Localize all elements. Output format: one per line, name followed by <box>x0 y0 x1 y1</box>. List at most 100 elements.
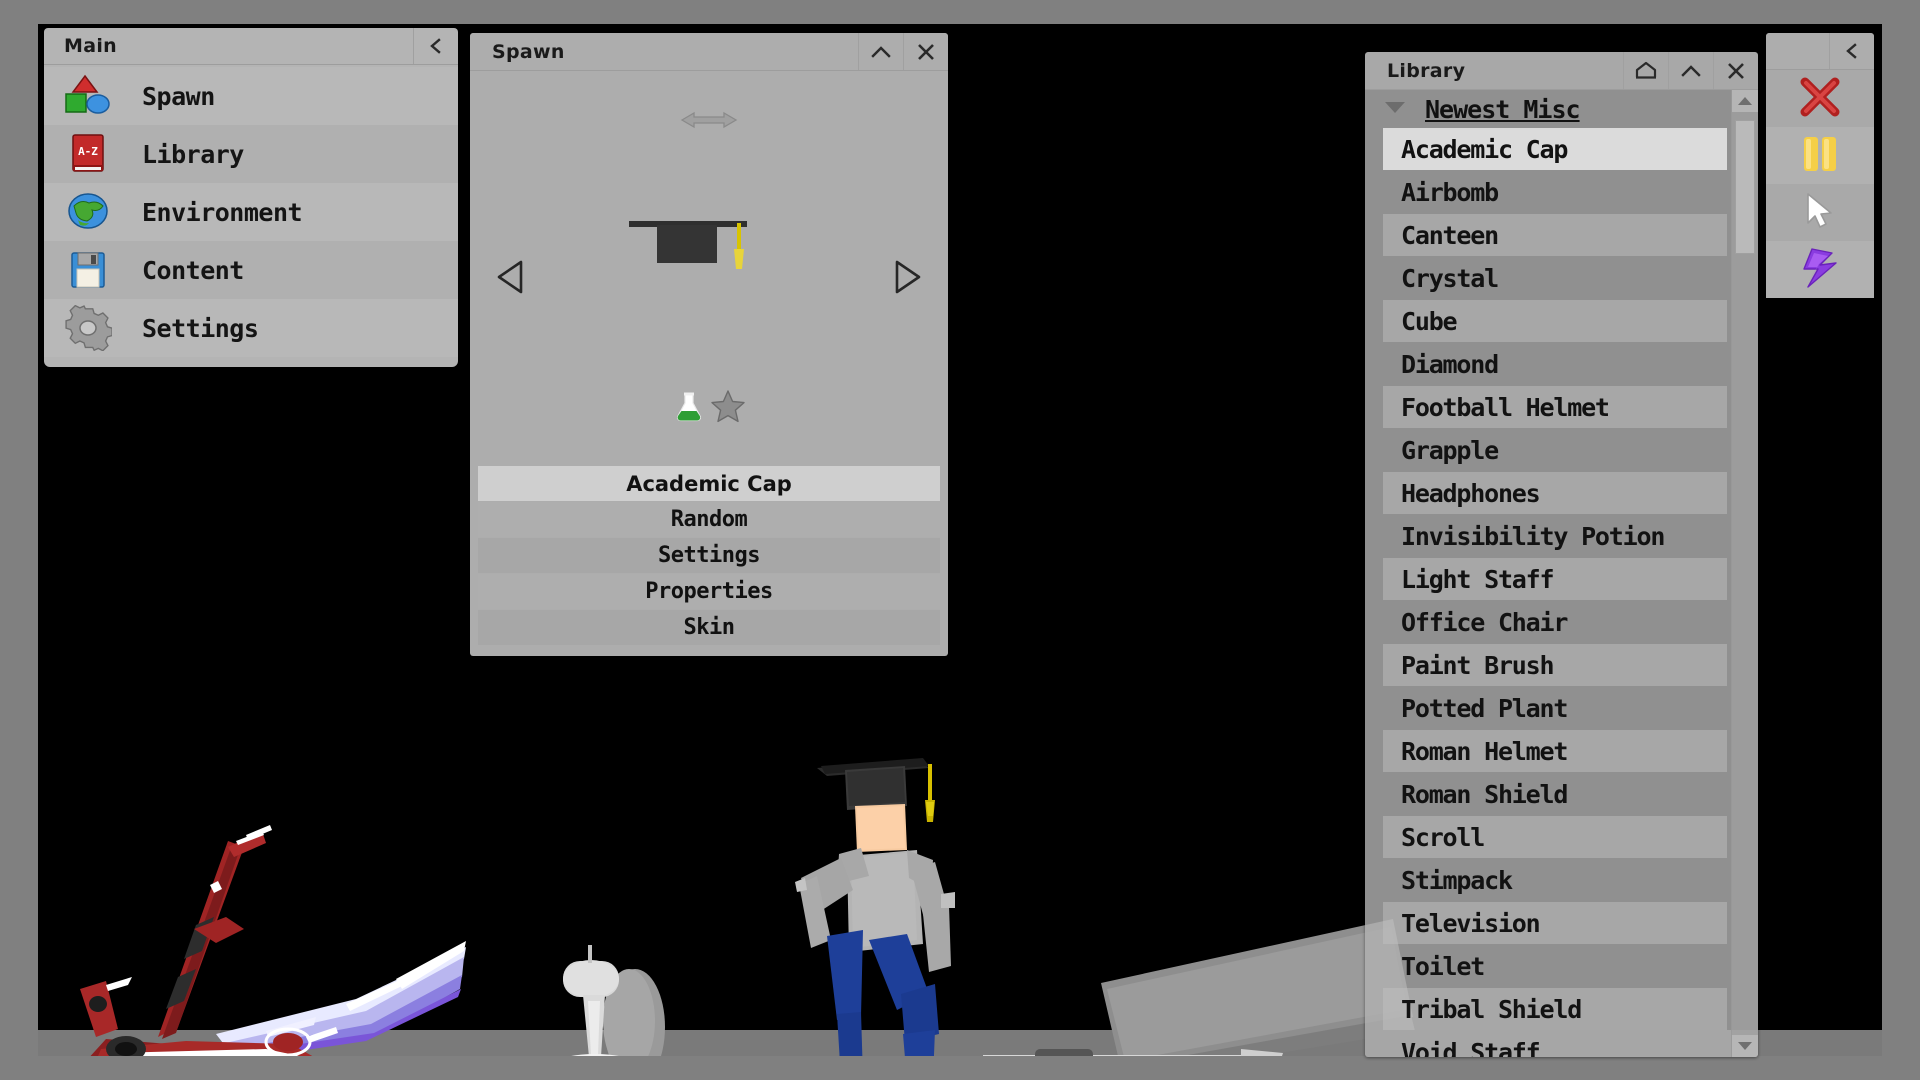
library-item-football-helmet[interactable]: Football Helmet <box>1383 386 1727 428</box>
library-panel-title: Library <box>1387 59 1466 82</box>
triangle-down-icon <box>1383 99 1407 119</box>
library-item-potted-plant[interactable]: Potted Plant <box>1383 687 1727 729</box>
spawn-properties-button[interactable]: Properties <box>478 574 940 609</box>
red-x-icon <box>1798 76 1842 122</box>
main-item-label: Content <box>142 255 244 285</box>
spawn-skin-button[interactable]: Skin <box>478 610 940 645</box>
library-item-scroll[interactable]: Scroll <box>1383 816 1727 858</box>
application-root: Main Spawn A-Z Library Environment Conte… <box>0 0 1920 1080</box>
spawn-badge-row <box>470 389 948 427</box>
cursor-arrow-icon <box>1802 191 1838 235</box>
spawn-preview-area <box>470 71 948 466</box>
library-item-television[interactable]: Television <box>1383 902 1727 944</box>
spawn-panel-close-button[interactable] <box>903 33 948 70</box>
main-panel-title-bar[interactable]: Main <box>44 28 458 65</box>
tool-power-button[interactable] <box>1766 241 1874 298</box>
library-item-invisibility-potion[interactable]: Invisibility Potion <box>1383 515 1727 557</box>
library-item-canteen[interactable]: Canteen <box>1383 214 1727 256</box>
star-icon <box>710 389 746 427</box>
book-a-z-icon: A-Z <box>60 130 116 178</box>
library-group-newest-misc[interactable]: Newest Misc <box>1365 90 1731 128</box>
library-collapse-button[interactable] <box>1668 52 1713 89</box>
scrollbar-track[interactable] <box>1732 112 1758 1035</box>
home-icon <box>1634 61 1658 81</box>
main-item-label: Spawn <box>142 81 215 111</box>
library-item-crystal[interactable]: Crystal <box>1383 257 1727 299</box>
flask-icon <box>672 389 706 427</box>
library-body: Newest Misc Academic Cap Airbomb Canteen… <box>1365 90 1758 1057</box>
tool-delete-button[interactable] <box>1766 70 1874 127</box>
chevron-left-icon <box>1843 42 1861 60</box>
spawn-preview-model[interactable] <box>470 201 948 291</box>
library-panel: Library Newest Misc Academic Cap Airbomb… <box>1365 52 1758 1057</box>
library-item-stimpack[interactable]: Stimpack <box>1383 859 1727 901</box>
library-close-button[interactable] <box>1713 52 1758 89</box>
library-panel-title-bar[interactable]: Library <box>1365 52 1758 90</box>
library-item-list[interactable]: Newest Misc Academic Cap Airbomb Canteen… <box>1365 90 1731 1057</box>
library-item-roman-shield[interactable]: Roman Shield <box>1383 773 1727 815</box>
floppy-disk-icon <box>60 246 116 294</box>
scene-object-fan[interactable] <box>543 909 723 1056</box>
main-menu-panel: Main Spawn A-Z Library Environment Conte… <box>44 28 458 367</box>
library-item-void-staff[interactable]: Void Staff <box>1383 1031 1727 1058</box>
main-item-label: Library <box>142 139 244 169</box>
spawn-panel-title-bar[interactable]: Spawn <box>470 33 948 71</box>
scroll-down-arrow-icon <box>1737 1037 1753 1056</box>
library-home-button[interactable] <box>1623 52 1668 89</box>
tool-select-button[interactable] <box>1766 184 1874 241</box>
main-item-label: Settings <box>142 313 259 343</box>
main-menu-list: Spawn A-Z Library Environment Content Se… <box>44 65 458 367</box>
tool-panel-title-bar[interactable] <box>1766 33 1874 70</box>
library-item-roman-helmet[interactable]: Roman Helmet <box>1383 730 1727 772</box>
main-panel-title: Main <box>64 35 117 57</box>
main-item-environment[interactable]: Environment <box>44 183 458 241</box>
spawn-panel-resize-handle[interactable] <box>470 109 948 135</box>
library-item-grapple[interactable]: Grapple <box>1383 429 1727 471</box>
scene-object-scooter[interactable] <box>66 799 466 1056</box>
scene-object-character[interactable] <box>783 744 983 1056</box>
scroll-down-button[interactable] <box>1732 1035 1758 1057</box>
library-item-tribal-shield[interactable]: Tribal Shield <box>1383 988 1727 1030</box>
gear-icon <box>60 304 116 352</box>
chevron-up-icon <box>870 43 892 61</box>
library-item-light-staff[interactable]: Light Staff <box>1383 558 1727 600</box>
library-item-office-chair[interactable]: Office Chair <box>1383 601 1727 643</box>
library-item-cube[interactable]: Cube <box>1383 300 1727 342</box>
scroll-up-button[interactable] <box>1732 90 1758 112</box>
library-scrollbar[interactable] <box>1731 90 1758 1057</box>
library-item-airbomb[interactable]: Airbomb <box>1383 171 1727 213</box>
spawn-current-item-button[interactable]: Academic Cap <box>478 466 940 501</box>
spawn-panel: Spawn Academic Cap Random Settings Prope… <box>470 33 948 656</box>
main-item-label: Environment <box>142 197 303 227</box>
library-item-paint-brush[interactable]: Paint Brush <box>1383 644 1727 686</box>
spawn-random-button[interactable]: Random <box>478 502 940 537</box>
spawn-button-list: Academic Cap Random Settings Properties … <box>470 466 948 656</box>
library-group-label: Newest Misc <box>1425 94 1581 124</box>
globe-icon <box>60 188 116 236</box>
close-x-icon <box>1726 61 1746 81</box>
tool-pause-button[interactable] <box>1766 127 1874 184</box>
tool-panel <box>1766 33 1874 298</box>
library-item-headphones[interactable]: Headphones <box>1383 472 1727 514</box>
library-item-diamond[interactable]: Diamond <box>1383 343 1727 385</box>
library-item-toilet[interactable]: Toilet <box>1383 945 1727 987</box>
main-panel-collapse-button[interactable] <box>413 28 458 64</box>
spawn-settings-button[interactable]: Settings <box>478 538 940 573</box>
tool-panel-collapse-button[interactable] <box>1829 33 1874 69</box>
chevron-up-icon <box>1680 62 1702 80</box>
scroll-up-arrow-icon <box>1737 92 1753 111</box>
scene-object-grapple[interactable] <box>983 1039 1323 1056</box>
chevron-left-icon <box>427 37 445 55</box>
main-item-spawn[interactable]: Spawn <box>44 67 458 125</box>
shapes-icon <box>60 72 116 120</box>
spawn-panel-title: Spawn <box>492 40 565 63</box>
main-item-settings[interactable]: Settings <box>44 299 458 357</box>
purple-lightning-icon <box>1798 247 1842 293</box>
main-item-library[interactable]: A-Z Library <box>44 125 458 183</box>
library-item-academic-cap[interactable]: Academic Cap <box>1383 128 1727 170</box>
svg-text:A-Z: A-Z <box>78 145 98 158</box>
spawn-panel-collapse-button[interactable] <box>858 33 903 70</box>
close-x-icon <box>916 42 936 62</box>
scrollbar-thumb[interactable] <box>1735 120 1755 254</box>
main-item-content[interactable]: Content <box>44 241 458 299</box>
